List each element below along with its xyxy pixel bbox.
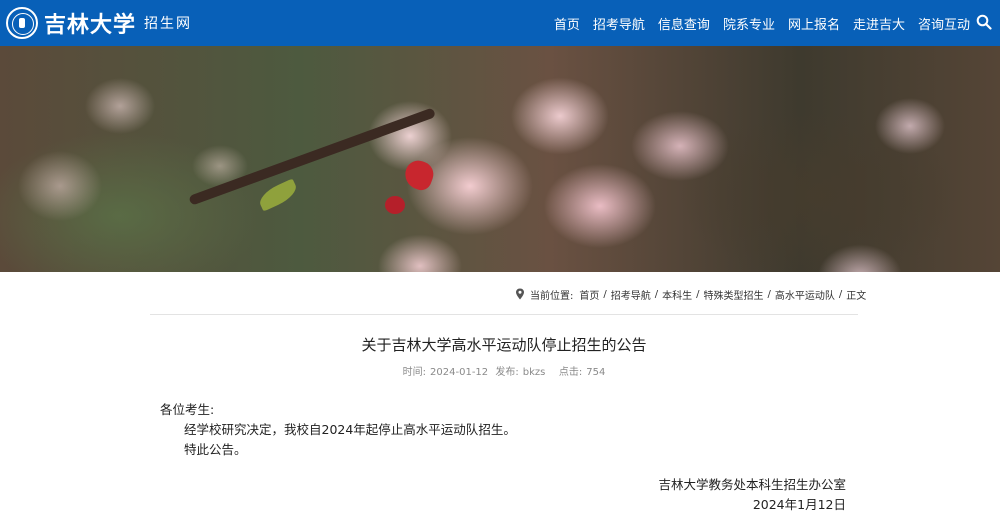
article-meta: 时间: 2024-01-12 发布: bkzs 点击: 754 [150,363,858,378]
meta-time-label: 时间: [402,367,427,378]
location-pin-icon [516,288,524,300]
breadcrumb-separator: / [603,288,607,300]
nav-home[interactable]: 首页 [554,14,580,33]
search-icon[interactable] [976,14,992,30]
banner-leaf [256,178,300,212]
meta-publisher: bkzs [522,367,546,378]
article-paragraph: 特此公告。 [184,442,247,457]
article-signature: 吉林大学教务处本科生招生办公室 2024年1月12日 [658,475,846,515]
breadcrumb-admission-guide[interactable]: 招考导航 [611,287,651,302]
logo-subtitle: 招生网 [144,16,193,32]
breadcrumb-separator: / [696,288,700,300]
banner-branch [188,107,437,206]
banner-bud-small [385,196,405,214]
university-seal-icon [6,7,38,39]
nav-admission-guide[interactable]: 招考导航 [593,14,645,33]
breadcrumb-special-admission[interactable]: 特殊类型招生 [704,287,764,302]
breadcrumb-current: 正文 [846,290,867,302]
breadcrumb-separator: / [654,288,659,300]
nav-departments[interactable]: 院系专业 [723,14,775,33]
site-logo[interactable]: 吉林大学 招生网 [6,5,192,41]
article-paragraph: 经学校研究决定，我校自2024年起停止高水平运动队招生。 [184,422,516,437]
article-body: 各位考生: 经学校研究决定，我校自2024年起停止高水平运动队招生。 特此公告。 [160,400,516,460]
article-title: 关于吉林大学高水平运动队停止招生的公告 [361,336,647,354]
signature-org: 吉林大学教务处本科生招生办公室 [658,477,846,492]
meta-publisher-label: 发布: [495,367,519,378]
logo-name: 吉林大学 [44,12,137,38]
article-greeting: 各位考生: [160,402,215,417]
meta-clicks-label: 点击: [558,367,583,378]
breadcrumb-separator: / [838,288,843,300]
meta-clicks: 754 [586,367,606,378]
meta-time: 2024-01-12 [430,367,489,378]
signature-date: 2024年1月12日 [752,497,846,512]
banner-bud [401,157,437,193]
main-nav: 首页 招考导航 信息查询 院系专业 网上报名 走进吉大 咨询互动 [541,0,970,46]
breadcrumb-undergraduate[interactable]: 本科生 [662,287,692,302]
nav-info-query[interactable]: 信息查询 [658,14,710,33]
breadcrumb-separator: / [767,288,771,300]
nav-about[interactable]: 走进吉大 [853,14,905,33]
hero-banner-image [0,46,1000,272]
nav-online-registration[interactable]: 网上报名 [788,14,840,33]
site-header: 吉林大学 招生网 首页 招考导航 信息查询 院系专业 网上报名 走进吉大 咨询互… [0,0,1000,46]
nav-consultation[interactable]: 咨询互动 [918,14,970,33]
breadcrumb-sports-team[interactable]: 高水平运动队 [775,287,835,302]
breadcrumb: 当前位置: 首页 / 招考导航 / 本科生 / 特殊类型招生 / 高水平运动队 … [515,287,867,302]
breadcrumb-home[interactable]: 首页 [579,287,599,302]
content-divider [150,314,858,315]
breadcrumb-prefix: 当前位置: [530,290,574,302]
